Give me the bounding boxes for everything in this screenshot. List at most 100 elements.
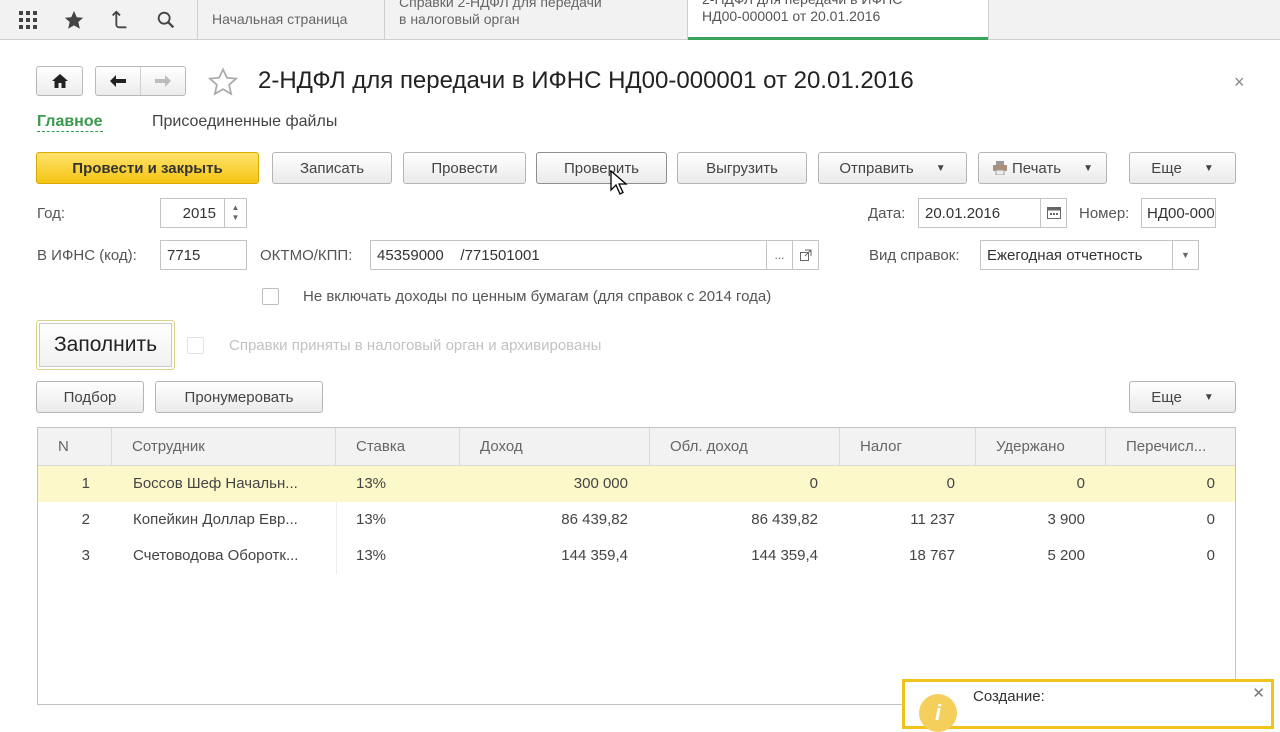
column-header-transferred[interactable]: Перечисл... — [1106, 428, 1235, 466]
tab-certificates-label-line1: Справки 2-НДФЛ для передачи — [399, 0, 602, 10]
column-header-income[interactable]: Доход — [460, 428, 650, 466]
table-row[interactable]: 2 Копейкин Доллар Евр... 13% 86 439,82 8… — [38, 502, 1235, 538]
notification-close-icon[interactable]: ✕ — [1252, 684, 1265, 702]
number-field[interactable]: НД00-000001 — [1141, 198, 1216, 228]
select-dots-button[interactable]: ... — [766, 241, 792, 269]
table-row[interactable]: 1 Боссов Шеф Начальн... 13% 300 000 0 0 … — [38, 466, 1235, 502]
number-value: НД00-000001 — [1147, 204, 1215, 222]
year-label: Год: — [37, 205, 66, 222]
print-button-label: Печать — [1011, 159, 1062, 177]
cell-withheld: 5 200 — [1047, 547, 1085, 564]
cell-employee: Боссов Шеф Начальн... — [133, 475, 298, 492]
spinner-up-icon[interactable]: ▲ — [232, 203, 240, 213]
column-header-taxable-income[interactable]: Обл. доход — [650, 428, 840, 466]
subtab-main[interactable]: Главное — [37, 113, 103, 132]
info-icon: i — [919, 694, 957, 732]
table-more-label: Еще — [1151, 388, 1182, 406]
cell-income: 144 359,4 — [561, 547, 628, 564]
send-dropdown-button[interactable]: Отправить ▼ — [818, 152, 967, 184]
cell-income: 86 439,82 — [561, 511, 628, 528]
tab-current-document[interactable]: 2-НДФЛ для передачи в ИФНС НД00-000001 о… — [688, 0, 988, 40]
ifns-code-field[interactable]: 7715 — [160, 240, 247, 270]
table-row[interactable]: 3 Счетоводова Оборотк... 13% 144 359,4 1… — [38, 538, 1235, 574]
cell-transferred: 0 — [1206, 511, 1215, 528]
check-button[interactable]: Проверить — [536, 152, 667, 184]
more-dropdown-button[interactable]: Еще ▼ — [1129, 152, 1236, 184]
chevron-down-icon: ▼ — [1083, 162, 1094, 174]
page-title: 2-НДФЛ для передачи в ИФНС НД00-000001 о… — [258, 67, 914, 94]
chevron-down-icon[interactable]: ▼ — [1172, 241, 1198, 269]
save-button[interactable]: Записать — [272, 152, 392, 184]
more-button-label: Еще — [1151, 159, 1182, 177]
oktmo-kpp-label: ОКТМО/КПП: — [260, 247, 353, 264]
history-nav — [95, 66, 186, 96]
chevron-down-icon: ▼ — [1203, 391, 1214, 403]
back-button[interactable] — [96, 67, 141, 95]
home-button[interactable] — [36, 66, 83, 96]
tab-home[interactable]: Начальная страница — [198, 0, 384, 40]
apps-grid-icon[interactable] — [14, 6, 42, 34]
column-header-tax[interactable]: Налог — [840, 428, 976, 466]
accepted-archived-label: Справки приняты в налоговый орган и архи… — [229, 337, 602, 354]
certificate-kind-select[interactable]: Ежегодная отчетность ▼ — [980, 240, 1199, 270]
cell-income: 300 000 — [573, 475, 628, 492]
cell-tax: 18 767 — [909, 547, 955, 564]
number-label: Номер: — [1079, 205, 1130, 222]
column-header-employee[interactable]: Сотрудник — [112, 428, 336, 466]
exclude-securities-checkbox[interactable] — [262, 288, 279, 305]
column-header-withheld[interactable]: Удержано — [976, 428, 1106, 466]
ifns-code-value: 7715 — [167, 246, 201, 264]
cell-taxable-income: 0 — [809, 475, 818, 492]
spinner-down-icon[interactable]: ▼ — [232, 213, 240, 223]
cell-transferred: 0 — [1206, 475, 1215, 492]
tab-certificates-list[interactable]: Справки 2-НДФЛ для передачи в налоговый … — [385, 0, 687, 40]
year-field[interactable]: 2015 ▲ ▼ — [160, 198, 247, 228]
oktmo-kpp-value: 45359000 /771501001 — [377, 246, 540, 264]
export-button[interactable]: Выгрузить — [677, 152, 807, 184]
notification-popup: i Создание: ✕ — [902, 679, 1274, 732]
tab-separator — [988, 0, 989, 40]
cell-withheld: 3 900 — [1047, 511, 1085, 528]
top-bar: Начальная страница Справки 2-НДФЛ для пе… — [0, 0, 1280, 40]
print-dropdown-button[interactable]: Печать ▼ — [978, 152, 1107, 184]
cell-taxable-income: 86 439,82 — [751, 511, 818, 528]
tab-current-label-line1: 2-НДФЛ для передачи в ИФНС — [702, 0, 902, 8]
history-icon[interactable] — [106, 6, 134, 34]
post-and-close-button[interactable]: Провести и закрыть — [36, 152, 259, 184]
employees-table: N Сотрудник Ставка Доход Обл. доход Нало… — [37, 427, 1236, 705]
cell-rate: 13% — [356, 547, 387, 564]
home-icon — [51, 74, 68, 88]
favorite-star-icon[interactable] — [207, 66, 239, 98]
close-icon[interactable]: × — [1234, 72, 1245, 93]
cell-n: 2 — [81, 511, 90, 528]
date-value: 20.01.2016 — [925, 204, 1001, 222]
tab-current-label-line2: НД00-000001 от 20.01.2016 — [702, 8, 881, 24]
cell-n: 1 — [81, 475, 90, 492]
post-button[interactable]: Провести — [403, 152, 526, 184]
column-header-rate[interactable]: Ставка — [336, 428, 460, 466]
search-icon[interactable] — [152, 6, 180, 34]
chevron-down-icon: ▼ — [935, 162, 946, 174]
renumber-button[interactable]: Пронумеровать — [155, 381, 323, 413]
oktmo-kpp-field[interactable]: 45359000 /771501001 ... — [370, 240, 819, 270]
column-header-n[interactable]: N — [38, 428, 112, 466]
date-label: Дата: — [868, 205, 906, 222]
cell-employee: Счетоводова Оборотк... — [133, 547, 299, 564]
forward-button[interactable] — [141, 67, 186, 95]
year-value: 2015 — [182, 204, 216, 222]
accepted-archived-checkbox — [187, 337, 204, 354]
select-button[interactable]: Подбор — [36, 381, 144, 413]
certificate-kind-value: Ежегодная отчетность — [987, 246, 1143, 264]
year-spinner[interactable]: ▲ ▼ — [224, 199, 246, 227]
subtab-attached-files[interactable]: Присоединенные файлы — [152, 113, 337, 131]
table-more-dropdown-button[interactable]: Еще ▼ — [1129, 381, 1236, 413]
calendar-button[interactable] — [1040, 199, 1066, 227]
top-icons — [14, 0, 180, 40]
favorites-star-icon[interactable] — [60, 6, 88, 34]
certificate-kind-label: Вид справок: — [869, 247, 960, 264]
open-button[interactable] — [792, 241, 818, 269]
date-field[interactable]: 20.01.2016 — [918, 198, 1067, 228]
fill-button[interactable]: Заполнить — [36, 320, 175, 370]
notification-text: Создание: — [973, 688, 1045, 705]
table-header: N Сотрудник Ставка Доход Обл. доход Нало… — [38, 428, 1235, 466]
